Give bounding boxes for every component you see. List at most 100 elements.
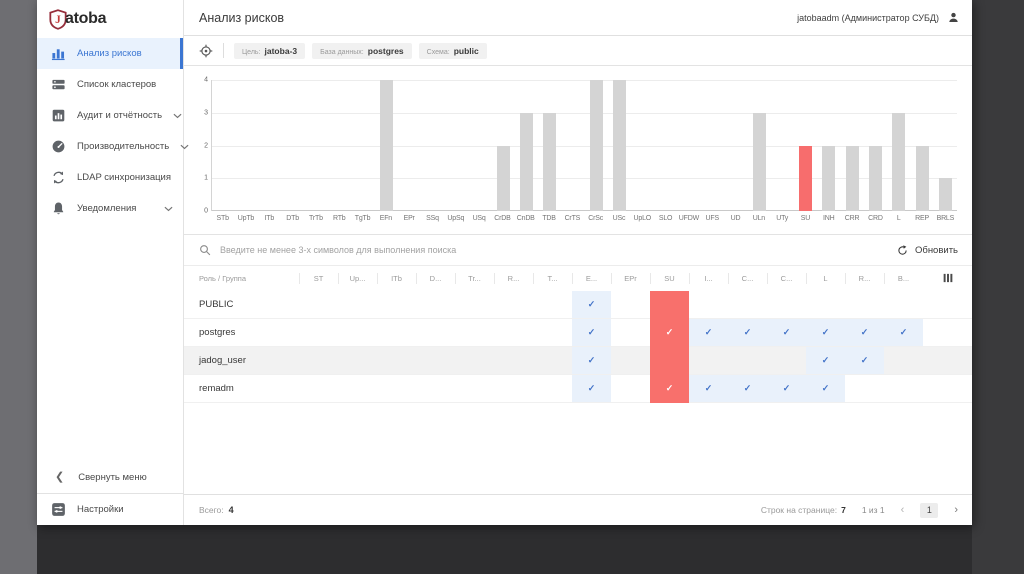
chart-bar-CRD bbox=[869, 145, 883, 211]
chart-bar-cell bbox=[398, 80, 421, 211]
permission-cell: ✓ bbox=[689, 319, 728, 347]
sidebar-item-label: Анализ рисков bbox=[77, 48, 142, 59]
chart-bar-cell bbox=[864, 80, 887, 211]
x-axis-label: RTb bbox=[332, 215, 346, 222]
roles-table: Роль / Группа ST Up... ITb D... Tr... R... T..… bbox=[184, 266, 972, 403]
desktop-background bbox=[972, 0, 1024, 574]
check-icon: ✓ bbox=[665, 383, 674, 393]
check-icon: ✓ bbox=[704, 383, 713, 393]
table-row[interactable]: PUBLIC ✓ bbox=[184, 291, 972, 319]
table-row[interactable]: jadog_user ✓ ✓ ✓ bbox=[184, 347, 972, 375]
main-content: Анализ рисков jatobaadm (Администратор С… bbox=[184, 0, 972, 525]
filter-chip[interactable]: Схема: public bbox=[418, 42, 487, 59]
table-header-row: Роль / Группа ST Up... ITb D... Tr... R... T..… bbox=[184, 266, 972, 291]
refresh-button[interactable]: Обновить bbox=[897, 245, 958, 256]
permission-cell bbox=[611, 291, 650, 319]
check-icon: ✓ bbox=[704, 327, 713, 337]
column-settings-button[interactable] bbox=[923, 266, 972, 291]
columns-icon bbox=[942, 272, 954, 286]
sidebar-item[interactable]: LDAP синхронизация bbox=[37, 162, 183, 193]
permission-cell: ✓ bbox=[845, 319, 884, 347]
permission-cell bbox=[377, 375, 416, 403]
chart-bar-cell bbox=[305, 80, 328, 211]
x-axis-label: CrSc bbox=[588, 215, 604, 222]
permission-cell bbox=[728, 347, 767, 375]
sidebar-item-settings[interactable]: Настройки bbox=[37, 493, 183, 525]
chart-bar-INH bbox=[822, 145, 836, 211]
permission-cell bbox=[689, 347, 728, 375]
permission-cell bbox=[377, 291, 416, 319]
check-icon: ✓ bbox=[587, 299, 596, 309]
permission-cell bbox=[845, 375, 884, 403]
permission-column-header: L bbox=[806, 266, 845, 291]
permission-cell bbox=[767, 291, 806, 319]
total-value: 4 bbox=[228, 505, 234, 515]
target-icon[interactable] bbox=[199, 44, 213, 58]
table-row[interactable]: postgres ✓ ✓ ✓ ✓ ✓ ✓ ✓ ✓ bbox=[184, 319, 972, 347]
table-search-bar: Обновить bbox=[184, 235, 972, 266]
chart-bar-cell bbox=[585, 80, 608, 211]
person-icon bbox=[947, 11, 960, 24]
chart-bar-cell bbox=[375, 80, 398, 211]
check-icon: ✓ bbox=[587, 355, 596, 365]
permission-cell: ✓ bbox=[572, 291, 611, 319]
permission-cell bbox=[884, 291, 923, 319]
current-page-button[interactable]: 1 bbox=[920, 502, 939, 518]
rows-per-page-label: Строк на странице: bbox=[760, 505, 838, 515]
sidebar-item[interactable]: Анализ рисков bbox=[37, 38, 183, 69]
collapse-menu-button[interactable]: ❮ Свернуть меню bbox=[37, 462, 183, 493]
refresh-label: Обновить bbox=[914, 244, 958, 256]
row-filler bbox=[923, 347, 972, 375]
next-page-icon[interactable]: › bbox=[954, 504, 958, 516]
chart-bar-cell bbox=[328, 80, 351, 211]
permission-column-header: EPr bbox=[611, 266, 650, 291]
permission-cell bbox=[416, 291, 455, 319]
chart-plot-area: 0 1 2 3 4 bbox=[204, 77, 957, 215]
filter-chip[interactable]: База данных: postgres bbox=[312, 42, 412, 59]
chart-bar-cell bbox=[817, 80, 840, 211]
permission-column-header: I... bbox=[689, 266, 728, 291]
permission-cell bbox=[806, 291, 845, 319]
permission-cell bbox=[611, 375, 650, 403]
chart-bar-cell bbox=[631, 80, 654, 211]
sidebar-item[interactable]: Уведомления bbox=[37, 193, 183, 224]
x-axis-label: L bbox=[896, 215, 901, 222]
permission-cell bbox=[494, 347, 533, 375]
prev-page-icon[interactable]: ‹ bbox=[901, 504, 905, 516]
performance-icon bbox=[51, 139, 66, 154]
check-icon: ✓ bbox=[782, 383, 791, 393]
x-axis-label: SSq bbox=[426, 215, 439, 222]
x-axis-label: UpLO bbox=[633, 215, 652, 222]
chart-bar-cell bbox=[212, 80, 235, 211]
jatoba-logo[interactable]: J atoba bbox=[37, 0, 183, 38]
sidebar-item[interactable]: Производительность bbox=[37, 131, 189, 162]
chart-bar-BRLS bbox=[938, 178, 952, 211]
x-axis-label: DTb bbox=[286, 215, 299, 222]
x-axis-label: STb bbox=[216, 215, 229, 222]
table-row[interactable]: remadm ✓ ✓ ✓ ✓ ✓ ✓ bbox=[184, 375, 972, 403]
permission-cell bbox=[299, 291, 338, 319]
permission-cell: ✓ bbox=[767, 319, 806, 347]
rows-per-page[interactable]: Строк на странице: 7 bbox=[761, 505, 846, 515]
sidebar-item[interactable]: Список кластеров bbox=[37, 69, 183, 100]
permission-cell: ✓ bbox=[650, 319, 689, 347]
chart-bar-cell bbox=[491, 80, 514, 211]
topbar: Анализ рисков jatobaadm (Администратор С… bbox=[184, 0, 972, 36]
search-input[interactable] bbox=[220, 245, 888, 255]
x-axis-label: TrTb bbox=[309, 215, 323, 222]
chip-label: Схема: bbox=[426, 48, 450, 56]
x-axis-label: ULn bbox=[752, 215, 765, 222]
sidebar-nav: Анализ рисков Список кластеров Аудит и отч… bbox=[37, 38, 189, 224]
filter-chip[interactable]: Цель: jatoba-3 bbox=[234, 42, 306, 59]
chart-bar-cell bbox=[259, 80, 282, 211]
chip-value: postgres bbox=[367, 45, 404, 56]
table-body: PUBLIC ✓ postgres ✓ ✓ ✓ ✓ ✓ ✓ ✓ ✓ jadog_user ✓ ✓ ✓ rema… bbox=[184, 291, 972, 403]
collapse-menu-label: Свернуть меню bbox=[78, 472, 147, 483]
check-icon: ✓ bbox=[860, 355, 869, 365]
x-axis-label: TgTb bbox=[354, 215, 371, 222]
x-axis-label: REP bbox=[915, 215, 929, 222]
check-icon: ✓ bbox=[782, 327, 791, 337]
user-menu[interactable]: jatobaadm (Администратор СУБД) bbox=[797, 11, 960, 24]
sidebar-item[interactable]: Аудит и отчётность bbox=[37, 100, 183, 131]
x-axis-label: UD bbox=[730, 215, 741, 222]
